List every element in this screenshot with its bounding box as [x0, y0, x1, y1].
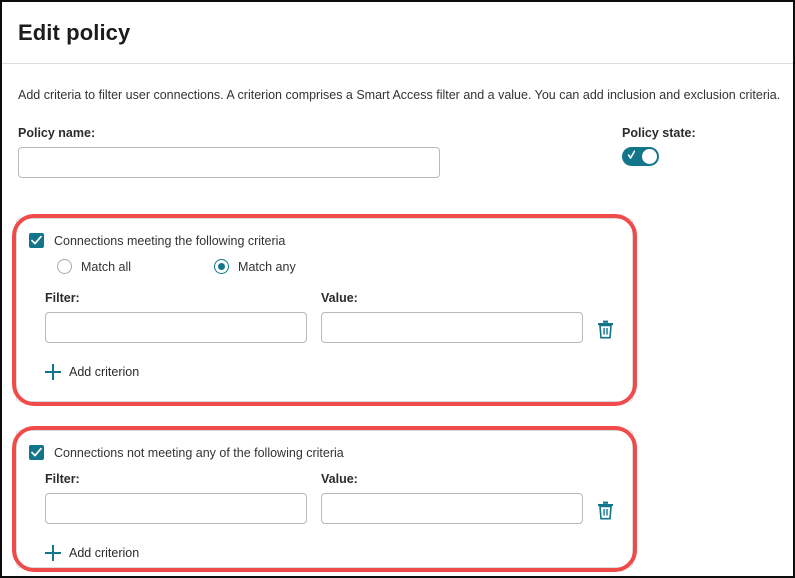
exclusion-checkbox[interactable]: [29, 445, 44, 460]
inclusion-checkbox-row[interactable]: Connections meeting the following criter…: [17, 219, 632, 248]
exclusion-add-criterion-label: Add criterion: [69, 546, 139, 560]
inclusion-value-group: Value:: [321, 291, 583, 343]
match-any-radio[interactable]: [214, 259, 229, 274]
policy-name-input[interactable]: [18, 147, 440, 178]
exclusion-value-group: Value:: [321, 472, 583, 524]
policy-state-group: Policy state:: [622, 126, 696, 178]
exclusion-checkbox-label: Connections not meeting any of the follo…: [54, 446, 344, 460]
trash-icon: [597, 501, 614, 520]
inclusion-checkbox[interactable]: [29, 233, 44, 248]
radio-option-match-any[interactable]: Match any: [214, 259, 296, 274]
exclusion-criterion-row: Filter: Value:: [17, 460, 632, 524]
policy-name-label: Policy name:: [18, 126, 440, 140]
exclusion-checkbox-row[interactable]: Connections not meeting any of the follo…: [17, 431, 632, 460]
exclusion-filter-label: Filter:: [45, 472, 307, 486]
radio-option-match-all[interactable]: Match all: [57, 259, 131, 274]
plus-icon: [45, 545, 61, 561]
inclusion-criterion-row: Filter: Value:: [17, 274, 632, 343]
exclusion-filter-input[interactable]: [45, 493, 307, 524]
policy-name-group: Policy name:: [18, 126, 440, 178]
match-all-label: Match all: [81, 260, 131, 274]
policy-state-toggle[interactable]: [622, 147, 659, 166]
check-icon: [31, 447, 42, 458]
exclusion-filter-group: Filter:: [45, 472, 307, 524]
policy-settings-row: Policy name: Policy state:: [2, 104, 793, 178]
edit-policy-dialog: Edit policy Add criteria to filter user …: [0, 0, 795, 578]
inclusion-add-criterion-button[interactable]: Add criterion: [17, 364, 139, 380]
exclusion-value-input[interactable]: [321, 493, 583, 524]
inclusion-criteria-card: Connections meeting the following criter…: [16, 218, 633, 402]
match-all-radio[interactable]: [57, 259, 72, 274]
policy-state-label: Policy state:: [622, 126, 696, 140]
inclusion-value-label: Value:: [321, 291, 583, 305]
inclusion-filter-label: Filter:: [45, 291, 307, 305]
inclusion-value-input[interactable]: [321, 312, 583, 343]
match-mode-radio-group: Match all Match any: [17, 248, 632, 274]
exclusion-value-label: Value:: [321, 472, 583, 486]
inclusion-delete-criterion-button[interactable]: [597, 320, 614, 339]
inclusion-filter-group: Filter:: [45, 291, 307, 343]
trash-icon: [597, 320, 614, 339]
exclusion-add-criterion-button[interactable]: Add criterion: [17, 545, 139, 561]
exclusion-criteria-card: Connections not meeting any of the follo…: [16, 430, 633, 568]
match-any-label: Match any: [238, 260, 296, 274]
dialog-description: Add criteria to filter user connections.…: [2, 64, 793, 104]
check-icon: [31, 235, 42, 246]
page-title: Edit policy: [18, 20, 130, 46]
toggle-knob: [642, 149, 657, 164]
check-icon: [628, 150, 635, 161]
dialog-header: Edit policy: [2, 2, 793, 64]
exclusion-delete-criterion-button[interactable]: [597, 501, 614, 520]
inclusion-filter-input[interactable]: [45, 312, 307, 343]
inclusion-add-criterion-label: Add criterion: [69, 365, 139, 379]
inclusion-checkbox-label: Connections meeting the following criter…: [54, 234, 285, 248]
plus-icon: [45, 364, 61, 380]
